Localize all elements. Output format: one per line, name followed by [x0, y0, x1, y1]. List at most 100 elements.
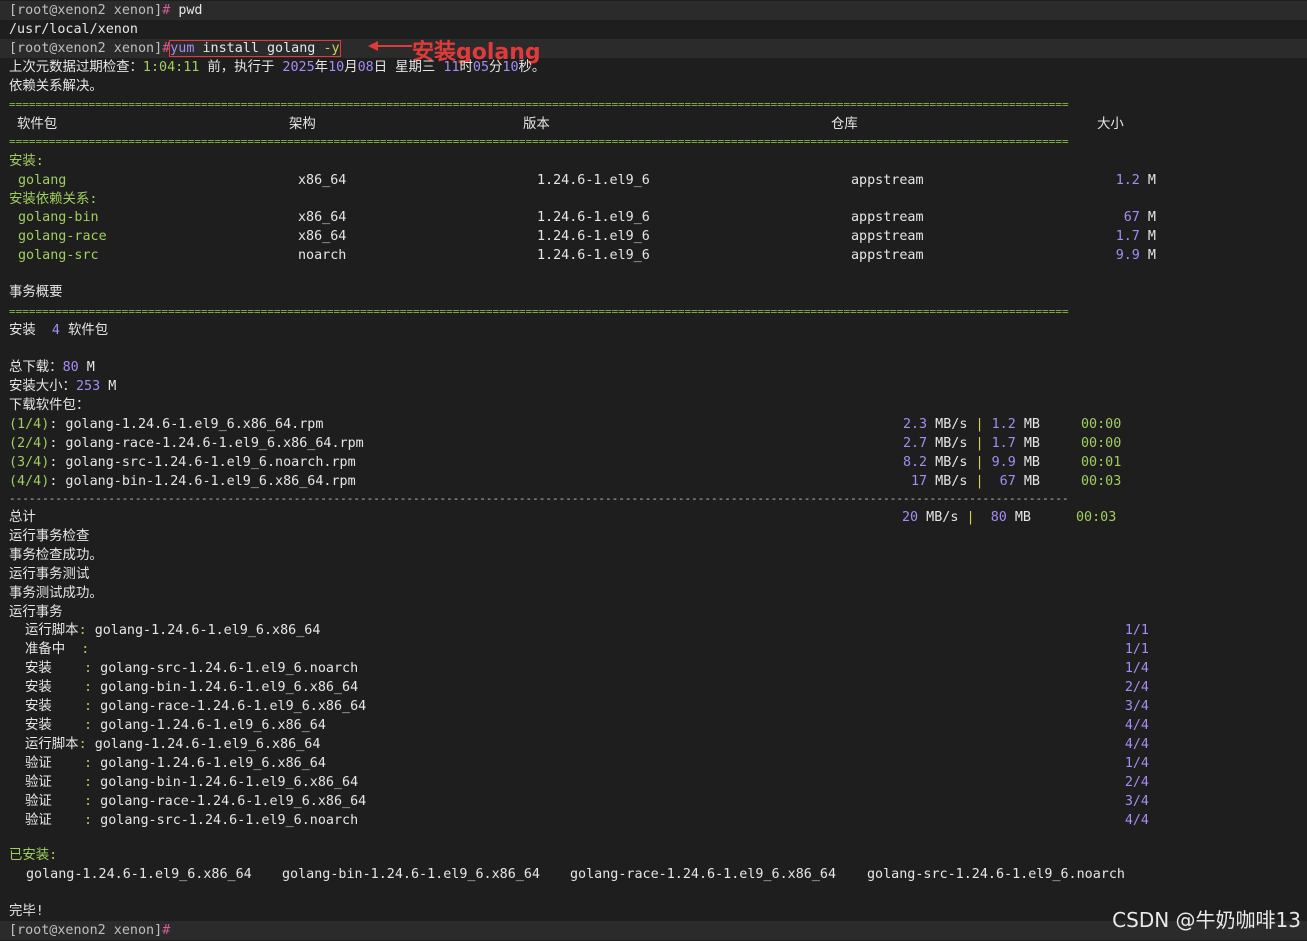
- step-count: 2/4: [1124, 680, 1149, 695]
- transaction-step: 安装 : golang-race-1.24.6-1.el9_6.x86_64: [25, 697, 366, 716]
- step-colon: :: [84, 699, 101, 714]
- size-unit: M: [1139, 248, 1156, 263]
- package-size: 9.9 M: [1116, 246, 1156, 265]
- step-label: 验证: [25, 775, 85, 790]
- meta-text: 时: [459, 60, 473, 75]
- download-row: (2/4): golang-race-1.24.6-1.el9_6.x86_64…: [9, 434, 364, 453]
- download-index: (4/4): [9, 474, 50, 489]
- size-unit: M: [1139, 173, 1156, 188]
- separator-bar: |: [975, 455, 984, 470]
- download-time: 00:03: [1081, 474, 1122, 489]
- step-colon: :: [84, 794, 101, 809]
- step-colon: :: [78, 623, 95, 638]
- step-package: golang-src-1.24.6-1.el9_6.noarch: [100, 813, 359, 828]
- download-rate: 8.2: [902, 455, 928, 470]
- terminal-window[interactable]: [root@xenon2 xenon]# pwd /usr/local/xeno…: [0, 0, 1307, 941]
- transaction-step: 验证 : golang-src-1.24.6-1.el9_6.noarch: [25, 811, 358, 830]
- installed-size-unit: M: [100, 379, 117, 394]
- mb-unit: MB: [1006, 510, 1031, 525]
- prompt-user: [root@xenon2 xenon]: [9, 41, 163, 56]
- transaction-line: 运行事务: [9, 605, 63, 620]
- package-arch: noarch: [298, 248, 347, 263]
- installed-size-value: 253: [75, 379, 101, 394]
- separator-dashed: ----------------------------------------…: [9, 492, 1069, 505]
- command-flag: -y: [323, 41, 340, 56]
- installed-package: golang-race-1.24.6-1.el9_6.x86_64: [570, 867, 837, 882]
- step-colon: :: [81, 642, 98, 657]
- installed-size-line: 安装大小：253 M: [9, 377, 116, 396]
- mb-unit: MB: [1015, 417, 1040, 432]
- transaction-step: 准备中 :: [25, 640, 97, 659]
- size-value: 1.2: [1115, 173, 1140, 188]
- download-file: : golang-bin-1.24.6-1.el9_6.x86_64.rpm: [49, 474, 356, 489]
- step-label: 运行脚本: [25, 623, 79, 638]
- size-value: 67: [1123, 210, 1140, 225]
- download-row: (3/4): golang-src-1.24.6-1.el9_6.noarch.…: [9, 453, 356, 472]
- step-package: golang-race-1.24.6-1.el9_6.x86_64: [100, 699, 367, 714]
- download-row: (4/4): golang-bin-1.24.6-1.el9_6.x86_64.…: [9, 472, 356, 491]
- prompt-hash: #: [162, 3, 171, 18]
- version-release: -1.el9_6: [585, 229, 650, 244]
- package-arch: x86_64: [298, 210, 347, 225]
- prompt-line-active[interactable]: [root@xenon2 xenon]#: [9, 921, 170, 940]
- rate-unit: MB/s: [927, 436, 976, 451]
- meta-elapsed: 1:04:11: [142, 60, 200, 75]
- transaction-line: 运行事务检查: [9, 529, 90, 544]
- step-label: 验证: [25, 794, 85, 809]
- installed-package: golang-src-1.24.6-1.el9_6.noarch: [867, 867, 1125, 882]
- download-rate: 2.3: [902, 417, 928, 432]
- step-package: golang-src-1.24.6-1.el9_6.noarch: [100, 661, 359, 676]
- step-colon: :: [84, 718, 101, 733]
- download-file: : golang-race-1.24.6-1.el9_6.x86_64.rpm: [49, 436, 364, 451]
- download-index: (2/4): [9, 436, 50, 451]
- package-arch: x86_64: [298, 229, 347, 244]
- step-count: 3/4: [1124, 794, 1149, 809]
- download-row: (1/4): golang-1.24.6-1.el9_6.x86_64.rpm: [9, 415, 323, 434]
- download-stats: 2.3 MB/s | 1.2 MB: [903, 415, 1040, 434]
- header-package: 软件包: [17, 117, 58, 132]
- package-repo: appstream: [851, 229, 924, 244]
- separator-bar: |: [975, 474, 984, 489]
- step-package: golang-race-1.24.6-1.el9_6.x86_64: [100, 794, 367, 809]
- prompt-user: [root@xenon2 xenon]: [9, 3, 163, 18]
- step-label: 安装: [25, 718, 85, 733]
- download-index: (3/4): [9, 455, 50, 470]
- meta-day: 08: [357, 60, 374, 75]
- download-stats: 17 MB/s | 67 MB: [903, 472, 1040, 491]
- package-version: 1.24.6-1.el9_6: [537, 227, 650, 246]
- version-release: -1.el9_6: [585, 173, 650, 188]
- step-colon: :: [84, 661, 101, 676]
- total-rate: 20: [902, 510, 919, 525]
- download-rate: 17: [902, 474, 928, 489]
- header-version: 版本: [523, 117, 550, 132]
- total-download-line: 总下载：80 M: [9, 358, 95, 377]
- package-size: 1.2 M: [1116, 171, 1156, 190]
- meta-text: 月: [344, 60, 358, 75]
- meta-text: 前，执行于: [199, 60, 283, 75]
- meta-text: 秒。: [518, 60, 546, 75]
- package-size: 67 M: [1124, 208, 1156, 227]
- step-count: 1/4: [1124, 756, 1149, 771]
- total-download-unit: M: [78, 360, 95, 375]
- package-repo: appstream: [851, 173, 924, 188]
- transaction-step: 运行脚本: golang-1.24.6-1.el9_6.x86_64: [25, 621, 320, 640]
- step-count: 1/1: [1124, 642, 1149, 657]
- total-download-value: 80: [62, 360, 79, 375]
- step-label: 安装: [25, 661, 85, 676]
- download-size: 1.2: [991, 417, 1016, 432]
- download-time: 00:01: [1081, 455, 1122, 470]
- step-label: 验证: [25, 813, 85, 828]
- meta-min: 05: [472, 60, 490, 75]
- step-count: 3/4: [1124, 699, 1149, 714]
- version-release: -1.el9_6: [585, 248, 650, 263]
- step-count: 4/4: [1124, 737, 1149, 752]
- package-size: 1.7 M: [1116, 227, 1156, 246]
- total-time: 00:03: [1076, 510, 1117, 525]
- prompt-line: [root@xenon2 xenon]#yum install golang -…: [9, 39, 341, 58]
- rate-unit: MB/s: [927, 474, 976, 489]
- download-stats: 8.2 MB/s | 9.9 MB: [903, 453, 1040, 472]
- install-label: 安装: [9, 323, 52, 338]
- total-download-label: 总下载：: [9, 360, 63, 375]
- package-version: 1.24.6-1.el9_6: [537, 208, 650, 227]
- section-install: 安装:: [9, 154, 44, 169]
